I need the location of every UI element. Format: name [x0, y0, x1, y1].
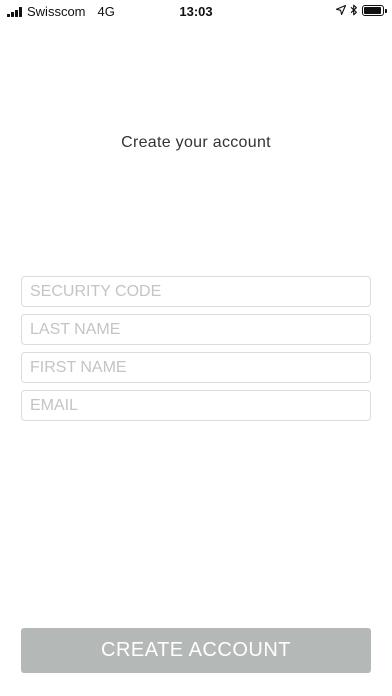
battery-icon: [362, 4, 387, 16]
location-arrow-icon: [336, 5, 346, 15]
first-name-input[interactable]: [21, 352, 371, 383]
status-right: [336, 4, 387, 16]
last-name-input[interactable]: [21, 314, 371, 345]
status-time: 13:03: [179, 4, 213, 19]
bluetooth-icon: [350, 4, 357, 16]
security-code-input[interactable]: [21, 276, 371, 307]
page-title: Create your account: [121, 134, 271, 151]
status-bar: Swisscom 4G 13:03: [0, 0, 392, 24]
signup-form: [21, 276, 371, 428]
battery-fill: [364, 6, 382, 14]
create-account-button[interactable]: CREATE ACCOUNT: [21, 628, 371, 673]
create-account-screen: Swisscom 4G 13:03 Create your account CR…: [0, 0, 392, 696]
email-input[interactable]: [21, 390, 371, 421]
